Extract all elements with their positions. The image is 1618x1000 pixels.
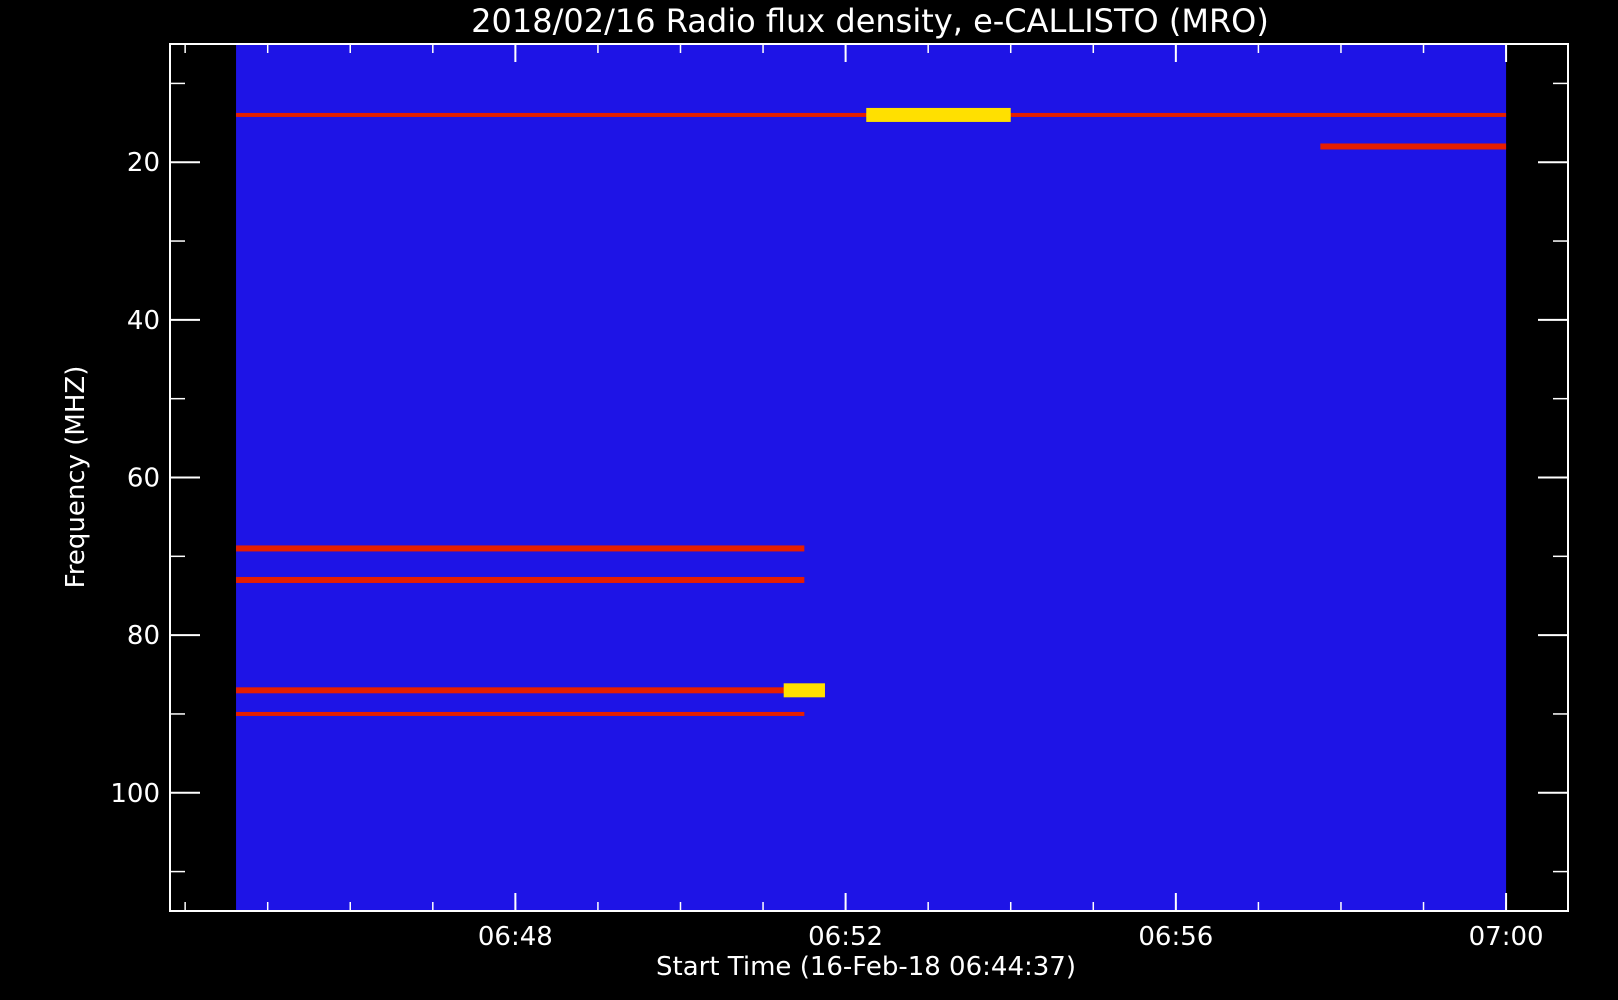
- x-tick-label: 06:48: [478, 922, 553, 952]
- interference-band: [236, 576, 805, 583]
- radio-burst: [1320, 143, 1507, 150]
- y-tick-label: 60: [127, 464, 160, 494]
- radio-burst: [783, 683, 825, 698]
- chart-title: 2018/02/16 Radio flux density, e-CALLIST…: [471, 2, 1269, 40]
- spectrogram-chart: 06:48 06:52 06:56 07:00 20 40 60 80 100 2018/02…: [61, 2, 1569, 982]
- x-tick-label: 07:00: [1469, 922, 1544, 952]
- y-tick-label: 100: [110, 779, 160, 809]
- interference-band: [236, 687, 805, 694]
- x-tick-label: 06:56: [1138, 922, 1213, 952]
- x-axis-label: Start Time (16-Feb-18 06:44:37): [656, 952, 1076, 982]
- y-tick-label: 40: [127, 306, 160, 336]
- y-axis-label: Frequency (MHZ): [61, 366, 91, 589]
- x-tick-label: 06:52: [808, 922, 883, 952]
- radio-burst: [866, 107, 1011, 122]
- y-tick-label: 20: [127, 148, 160, 178]
- spectrogram-image: [236, 44, 1507, 911]
- spectrogram-background: [236, 44, 1507, 911]
- interference-band: [236, 545, 805, 552]
- y-tick-label: 80: [127, 621, 160, 651]
- interference-band: [236, 711, 805, 716]
